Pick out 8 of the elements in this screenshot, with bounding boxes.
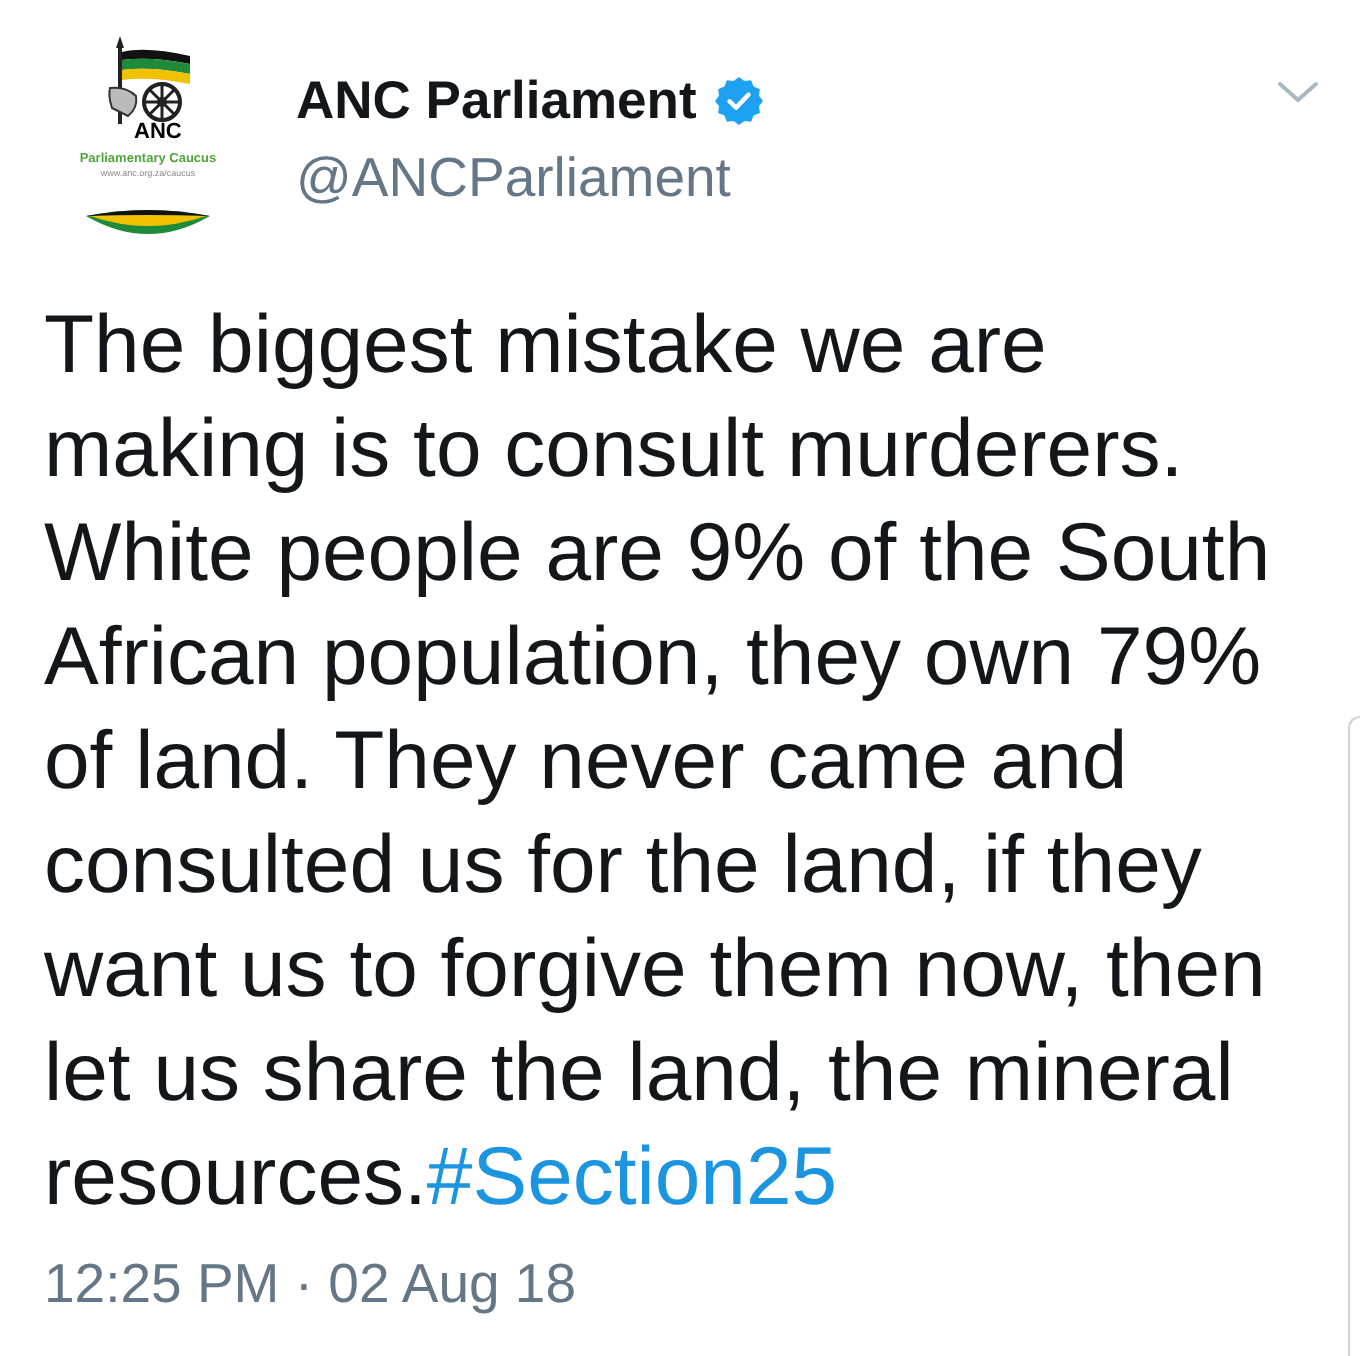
author-name[interactable]: ANC Parliament — [296, 68, 697, 132]
tricolour-band-drawing — [86, 208, 210, 240]
tweet-timestamp: 12:25 PM · 02 Aug 18 — [44, 1252, 577, 1316]
logo-text: ANC — [134, 120, 182, 144]
hashtag-link[interactable]: #Section25 — [426, 1130, 838, 1222]
author-handle[interactable]: @ANCParliament — [296, 146, 765, 210]
tweet-text: The biggest mistake we are making is to consult murderers. White people are 9% of the South African population, they own 79% of land. They never came and consulted us for the land, if they want us to forgive them now, then let us share the land, the mineral resources.#Section25 — [44, 296, 1273, 1226]
chevron-down-icon[interactable] — [1276, 80, 1320, 104]
